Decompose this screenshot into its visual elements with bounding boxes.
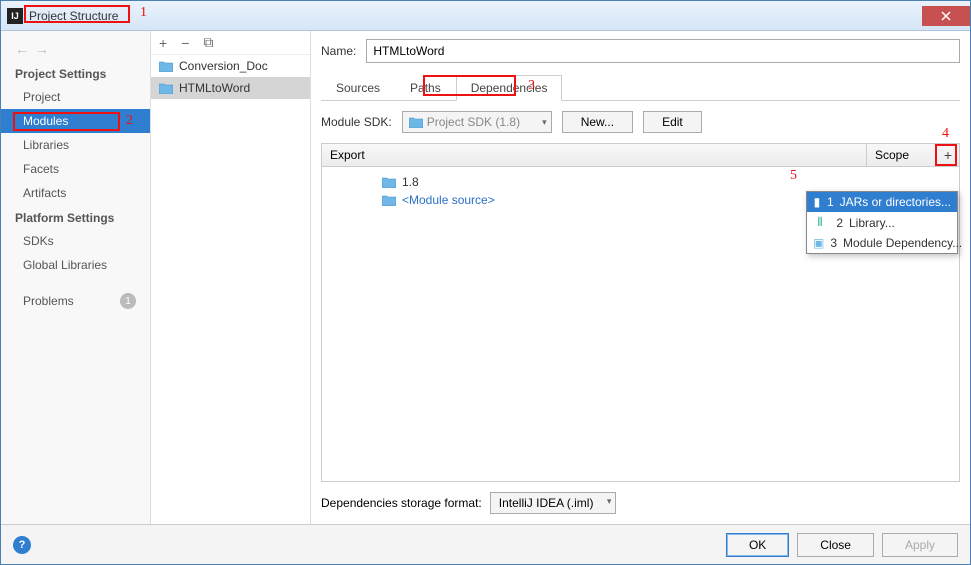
problems-count-badge: 1 (120, 293, 136, 309)
window-buttons (921, 6, 970, 26)
storage-row: Dependencies storage format: IntelliJ ID… (321, 492, 960, 524)
sidebar-item-global-libraries[interactable]: Global Libraries (1, 253, 150, 277)
module-list: Conversion_Doc HTMLtoWord (151, 55, 310, 524)
titlebar: IJ Project Structure (1, 1, 970, 31)
project-settings-header: Project Settings (1, 61, 150, 85)
problems-label: Problems (23, 294, 74, 308)
popup-item-library[interactable]: ⦀ 2 Library... (807, 212, 957, 233)
module-sdk-label: Module SDK: (321, 115, 392, 129)
module-item[interactable]: HTMLtoWord (151, 77, 310, 99)
sdk-folder-icon (409, 116, 423, 128)
jdk-folder-icon (382, 176, 396, 188)
add-module-icon[interactable]: + (159, 35, 167, 51)
library-icon: ⦀ (813, 215, 827, 230)
new-sdk-button[interactable]: New... (562, 111, 633, 133)
module-folder-icon (159, 82, 173, 94)
name-label: Name: (321, 44, 356, 58)
module-name-input[interactable] (366, 39, 960, 63)
module-toolbar: + − ⧉ (151, 31, 310, 55)
storage-format-value: IntelliJ IDEA (.iml) (499, 496, 594, 510)
module-tabs: Sources Paths Dependencies (321, 75, 960, 101)
popup-item-index: 1 (827, 195, 834, 209)
dependency-label: 1.8 (402, 175, 419, 189)
storage-format-select[interactable]: IntelliJ IDEA (.iml) ▾ (490, 492, 617, 514)
nav-back-icon[interactable]: ← (15, 41, 29, 57)
add-dependency-button[interactable]: + (937, 144, 959, 166)
apply-button[interactable]: Apply (882, 533, 958, 557)
sidebar-item-problems[interactable]: Problems 1 (1, 287, 150, 315)
nav-toolbar: ← → (1, 37, 150, 61)
dependencies-header: Export Scope + (322, 144, 959, 167)
copy-module-icon[interactable]: ⧉ (203, 34, 213, 51)
sidebar-item-project[interactable]: Project (1, 85, 150, 109)
add-dependency-popup: ▮ 1 JARs or directories... ⦀ 2 Library..… (806, 191, 958, 254)
source-folder-icon (382, 194, 396, 206)
sidebar-item-artifacts[interactable]: Artifacts (1, 181, 150, 205)
module-sdk-select[interactable]: Project SDK (1.8) ▾ (402, 111, 552, 133)
module-folder-icon (159, 60, 173, 72)
chevron-down-icon: ▾ (542, 117, 547, 128)
jar-icon: ▮ (813, 195, 821, 209)
module-list-pane: + − ⧉ Conversion_Doc HTMLtoWord (151, 31, 311, 524)
sdk-row: Module SDK: Project SDK (1.8) ▾ New... E… (321, 101, 960, 143)
window-close-button[interactable] (922, 6, 970, 26)
popup-item-label: Library... (849, 216, 895, 230)
ok-button[interactable]: OK (726, 533, 789, 557)
module-item-label: HTMLtoWord (179, 81, 250, 95)
edit-sdk-button[interactable]: Edit (643, 111, 702, 133)
popup-item-label: Module Dependency... (843, 236, 962, 250)
module-item-label: Conversion_Doc (179, 59, 268, 73)
module-dep-icon: ▣ (813, 236, 824, 250)
sidebar-item-libraries[interactable]: Libraries (1, 133, 150, 157)
sidebar-item-facets[interactable]: Facets (1, 157, 150, 181)
tab-sources[interactable]: Sources (321, 75, 395, 100)
module-sdk-value: Project SDK (1.8) (427, 115, 520, 129)
name-row: Name: (321, 39, 960, 63)
sidebar-item-sdks[interactable]: SDKs (1, 229, 150, 253)
window-title: Project Structure (29, 9, 921, 23)
popup-item-module-dependency[interactable]: ▣ 3 Module Dependency... (807, 233, 957, 253)
sidebar-item-modules[interactable]: Modules (1, 109, 150, 133)
project-structure-dialog: IJ Project Structure ← → Project Setting… (0, 0, 971, 565)
main-pane: Name: Sources Paths Dependencies Module … (311, 31, 970, 524)
tab-dependencies[interactable]: Dependencies (456, 75, 563, 101)
tab-paths[interactable]: Paths (395, 75, 456, 100)
content: ← → Project Settings Project Modules Lib… (1, 31, 970, 524)
col-export[interactable]: Export (322, 144, 867, 166)
nav-arrows: ← → (15, 41, 49, 57)
popup-item-index: 3 (830, 236, 837, 250)
module-item[interactable]: Conversion_Doc (151, 55, 310, 77)
dialog-footer: ? OK Close Apply (1, 524, 970, 564)
platform-settings-header: Platform Settings (1, 205, 150, 229)
dependency-row[interactable]: 1.8 (330, 173, 951, 191)
popup-item-index: 2 (833, 216, 843, 230)
app-icon: IJ (7, 8, 23, 24)
help-button[interactable]: ? (13, 536, 31, 554)
col-scope[interactable]: Scope (867, 144, 937, 166)
sidebar: ← → Project Settings Project Modules Lib… (1, 31, 151, 524)
dependency-label: <Module source> (402, 193, 495, 207)
close-button[interactable]: Close (797, 533, 874, 557)
chevron-down-icon: ▾ (607, 496, 612, 507)
nav-forward-icon[interactable]: → (35, 41, 49, 57)
remove-module-icon[interactable]: − (181, 35, 189, 51)
popup-item-label: JARs or directories... (840, 195, 951, 209)
popup-item-jars[interactable]: ▮ 1 JARs or directories... (807, 192, 957, 212)
storage-label: Dependencies storage format: (321, 496, 482, 510)
